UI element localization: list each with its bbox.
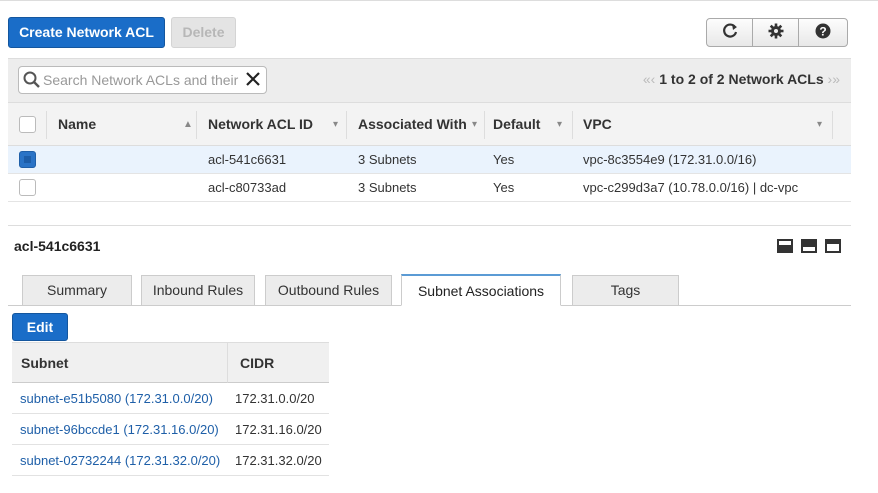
- column-header-vpc[interactable]: VPC: [583, 103, 612, 146]
- last-page-icon[interactable]: »: [832, 71, 840, 87]
- svg-text:?: ?: [819, 25, 826, 39]
- column-divider: [484, 111, 485, 139]
- column-header-cidr: CIDR: [228, 342, 329, 383]
- cell-acl-id: acl-c80733ad: [208, 180, 287, 195]
- cell-vpc: vpc-8c3554e9 (172.31.0.0/16): [583, 152, 757, 167]
- search-box: [18, 66, 267, 94]
- grid-header: Name ▲ Network ACL ID ▾ Associated With …: [8, 102, 851, 146]
- pane-full-icon[interactable]: [825, 239, 841, 253]
- cell-cidr: 172.31.16.0/20: [235, 422, 322, 437]
- select-all-checkbox[interactable]: [19, 116, 36, 133]
- first-page-icon[interactable]: «: [643, 71, 651, 87]
- table-row[interactable]: acl-c80733ad 3 Subnets Yes vpc-c299d3a7 …: [8, 174, 851, 202]
- cell-cidr: 172.31.0.0/20: [235, 391, 315, 406]
- subnet-link[interactable]: subnet-e51b5080 (172.31.0.0/20): [20, 383, 213, 414]
- pane-split-icon[interactable]: [801, 239, 817, 253]
- subnet-link[interactable]: subnet-02732244 (172.31.32.0/20): [20, 445, 220, 476]
- gear-icon: [768, 23, 784, 42]
- detail-title: acl-541c6631: [14, 238, 101, 254]
- refresh-icon: [722, 23, 738, 42]
- tab-inbound-rules[interactable]: Inbound Rules: [141, 275, 255, 306]
- tab-baseline: [561, 305, 851, 306]
- clear-search-icon[interactable]: [245, 71, 261, 90]
- help-button[interactable]: ?: [798, 18, 848, 47]
- table-row[interactable]: acl-541c6631 3 Subnets Yes vpc-8c3554e9 …: [8, 146, 851, 174]
- cell-associated-with: 3 Subnets: [358, 152, 417, 167]
- column-header-associated-with[interactable]: Associated With: [358, 103, 467, 146]
- pane-bottom-icon[interactable]: [777, 239, 793, 253]
- cell-cidr: 172.31.32.0/20: [235, 453, 322, 468]
- column-header-default[interactable]: Default: [493, 103, 540, 146]
- column-menu-icon[interactable]: ▾: [557, 103, 562, 146]
- prev-page-icon[interactable]: ‹: [651, 71, 656, 87]
- cell-default: Yes: [493, 180, 515, 195]
- search-input[interactable]: [43, 71, 239, 89]
- row-checkbox[interactable]: [19, 179, 36, 196]
- delete-button[interactable]: Delete: [171, 17, 236, 48]
- subnet-link[interactable]: subnet-96bccde1 (172.31.16.0/20): [20, 414, 219, 445]
- column-divider: [832, 111, 833, 139]
- column-header-name[interactable]: Name: [58, 103, 96, 146]
- column-menu-icon[interactable]: ▾: [333, 103, 338, 146]
- tab-tags[interactable]: Tags: [572, 275, 679, 306]
- column-menu-icon[interactable]: ▾: [817, 103, 822, 146]
- cell-acl-id: acl-541c6631: [208, 152, 287, 167]
- tab-outbound-rules[interactable]: Outbound Rules: [265, 275, 392, 306]
- column-divider: [196, 111, 197, 139]
- cell-vpc: vpc-c299d3a7 (10.78.0.0/16) | dc-vpc: [583, 180, 799, 195]
- edit-button[interactable]: Edit: [12, 313, 68, 341]
- split-divider[interactable]: [8, 225, 851, 226]
- refresh-button[interactable]: [706, 18, 753, 47]
- top-border: [0, 0, 878, 1]
- tab-subnet-associations[interactable]: Subnet Associations: [401, 274, 561, 306]
- sort-ascending-icon[interactable]: ▲: [183, 103, 193, 146]
- pagination: «‹ 1 to 2 of 2 Network ACLs ›»: [643, 71, 840, 87]
- create-network-acl-button[interactable]: Create Network ACL: [8, 17, 165, 48]
- column-menu-icon[interactable]: ▾: [472, 103, 477, 146]
- row-checkbox[interactable]: [19, 151, 36, 168]
- tab-summary[interactable]: Summary: [22, 275, 132, 306]
- column-divider: [572, 111, 573, 139]
- column-header-acl-id[interactable]: Network ACL ID: [208, 103, 313, 146]
- cell-default: Yes: [493, 152, 515, 167]
- search-icon: [23, 71, 41, 92]
- column-divider: [346, 111, 347, 139]
- column-divider: [46, 111, 47, 139]
- tab-baseline: [8, 305, 401, 306]
- cell-associated-with: 3 Subnets: [358, 180, 417, 195]
- help-icon: ?: [815, 23, 831, 42]
- settings-button[interactable]: [752, 18, 799, 47]
- pagination-text: 1 to 2 of 2 Network ACLs: [659, 71, 824, 87]
- column-header-subnet: Subnet: [12, 342, 228, 383]
